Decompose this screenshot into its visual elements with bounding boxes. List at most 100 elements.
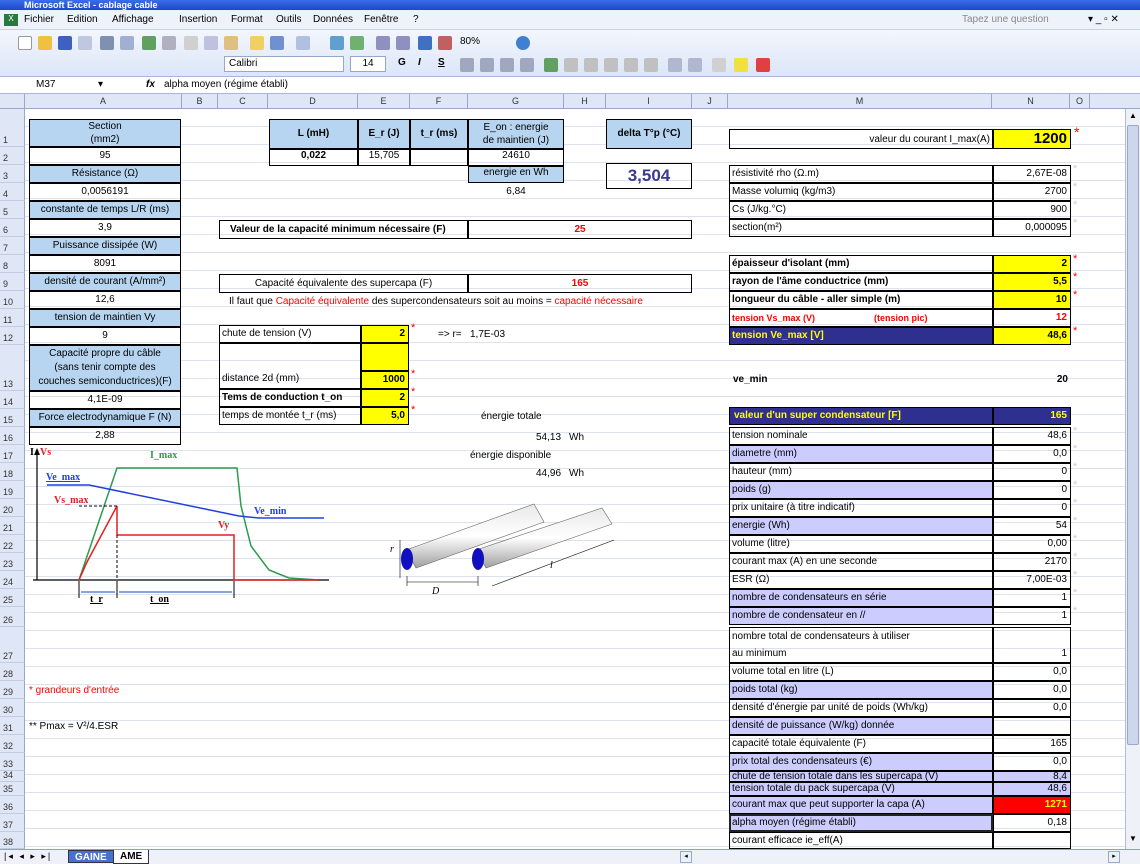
row-header-13[interactable]: 13 xyxy=(0,345,25,391)
label-epais[interactable]: épaisseur d'isolant (mm) xyxy=(729,255,993,273)
font-name-select[interactable]: Calibri xyxy=(224,56,344,72)
label-conduction-time[interactable]: Tems de conduction t_on xyxy=(219,389,361,407)
menu-edition[interactable]: Edition xyxy=(67,14,98,25)
col-header-O[interactable]: O xyxy=(1070,94,1090,109)
value-effective-current-empty[interactable] xyxy=(993,832,1071,849)
blank-yellow-cell[interactable] xyxy=(361,343,409,371)
label-supercap-0[interactable]: tension nominale xyxy=(729,427,993,445)
label-supercap-7[interactable]: courant max (A) en une seconde xyxy=(729,553,993,571)
value-supercap-5[interactable]: 54 xyxy=(993,517,1071,535)
row-header-18[interactable]: 18 xyxy=(0,463,25,481)
spelling-icon[interactable] xyxy=(142,36,156,50)
col-header-A[interactable]: A xyxy=(25,94,182,109)
row-header-20[interactable]: 20 xyxy=(0,499,25,517)
increase-indent-icon[interactable] xyxy=(688,58,702,72)
scroll-up-icon[interactable]: ▲ xyxy=(1128,111,1138,121)
menu-help[interactable]: ? xyxy=(413,14,419,25)
label-sect[interactable]: section(m²) xyxy=(729,219,993,237)
col-header-B[interactable]: B xyxy=(182,94,218,109)
value-vemax[interactable]: 48,6 xyxy=(993,327,1071,345)
scroll-down-icon[interactable]: ▼ xyxy=(1128,834,1138,844)
value-total-voltage-drop[interactable]: 8,4 xyxy=(993,771,1071,782)
input-voltage-drop[interactable]: 2 xyxy=(361,325,409,343)
value-supercap[interactable]: 165 xyxy=(993,407,1071,425)
label-supercap-2[interactable]: hauteur (mm) xyxy=(729,463,993,481)
sort-desc-icon[interactable] xyxy=(396,36,410,50)
row-header-12[interactable]: 12 xyxy=(0,327,25,345)
col-header-I[interactable]: I xyxy=(606,94,692,109)
menu-format[interactable]: Format xyxy=(231,14,263,25)
row-header-29[interactable]: 29 xyxy=(0,681,25,699)
value-rho[interactable]: 2,67E-08 xyxy=(993,165,1071,183)
fill-color-icon[interactable] xyxy=(734,58,748,72)
align-left-icon[interactable] xyxy=(460,58,474,72)
fx-icon[interactable]: fx xyxy=(146,79,155,90)
label-power[interactable]: Puissance dissipée (W) xyxy=(29,237,181,255)
menu-fenetre[interactable]: Fenêtre xyxy=(364,14,398,25)
label-voltage-drop[interactable]: chute de tension (V) xyxy=(219,325,361,343)
value-supercap-6[interactable]: 0,00 xyxy=(993,535,1071,553)
menu-fichier[interactable]: Fichier xyxy=(24,14,54,25)
value-supercap-1[interactable]: 0,0 xyxy=(993,445,1071,463)
row-header-5[interactable]: 5 xyxy=(0,201,25,219)
row-header-31[interactable]: 31 xyxy=(0,717,25,735)
label-pack-0[interactable]: volume total en litre (L) xyxy=(729,663,993,681)
label-supercap-6[interactable]: volume (litre) xyxy=(729,535,993,553)
menu-donnees[interactable]: Données xyxy=(313,14,353,25)
tab-ame[interactable]: AME xyxy=(113,850,150,864)
decrease-decimal-icon[interactable] xyxy=(644,58,658,72)
label-supercap-5[interactable]: energie (Wh) xyxy=(729,517,993,535)
col-header-G[interactable]: G xyxy=(468,94,564,109)
row-header-17[interactable]: 17 xyxy=(0,445,25,463)
label-total-capacitors[interactable]: nombre total de condensateurs à utiliser… xyxy=(729,627,993,663)
row-header-27[interactable]: 27 xyxy=(0,627,25,663)
italic-button[interactable]: I xyxy=(418,57,421,68)
label-energy-wh[interactable]: energie en Wh xyxy=(468,166,564,183)
value-pack-5[interactable]: 0,0 xyxy=(993,753,1071,771)
value-supercap-0[interactable]: 48,6 xyxy=(993,427,1071,445)
row-header-14[interactable]: 14 xyxy=(0,391,25,409)
sort-asc-icon[interactable] xyxy=(376,36,390,50)
label-pack-2[interactable]: densité d'énergie par unité de poids (Wh… xyxy=(729,699,993,717)
label-current-density[interactable]: densité de courant (A/mm²) xyxy=(29,273,181,291)
label-vemax[interactable]: tension Ve_max [V] xyxy=(729,327,993,345)
row-header-7[interactable]: 7 xyxy=(0,237,25,255)
row-header-1[interactable]: 1 xyxy=(0,109,25,147)
value-cs[interactable]: 900 xyxy=(993,201,1071,219)
label-pack-voltage[interactable]: tension totale du pack supercapa (V) xyxy=(729,782,993,796)
label-cable-capacitance[interactable]: Capacité propre du câble (sans tenir com… xyxy=(29,345,181,391)
excel-doc-icon[interactable]: X xyxy=(4,14,18,26)
value-long[interactable]: 10 xyxy=(993,291,1071,309)
label-max-current-capa[interactable]: courant max que peut supporter la capa (… xyxy=(729,796,993,814)
col-header-E[interactable]: E xyxy=(358,94,410,109)
select-all[interactable] xyxy=(0,94,25,109)
hyperlink-icon[interactable] xyxy=(330,36,344,50)
help-search-input[interactable]: Tapez une question xyxy=(962,14,1049,25)
col-header-C[interactable]: C xyxy=(218,94,268,109)
row-header-16[interactable]: 16 xyxy=(0,427,25,445)
font-color-icon[interactable] xyxy=(756,58,770,72)
col-header-H[interactable]: H xyxy=(564,94,606,109)
col-header-F[interactable]: F xyxy=(410,94,468,109)
value-delta-t[interactable]: 3,504 xyxy=(606,163,692,189)
value-masse[interactable]: 2700 xyxy=(993,183,1071,201)
label-pack-1[interactable]: poids total (kg) xyxy=(729,681,993,699)
label-delta-t[interactable]: delta T°p (°C) xyxy=(606,119,692,149)
borders-icon[interactable] xyxy=(712,58,726,72)
increase-decimal-icon[interactable] xyxy=(624,58,638,72)
label-rho[interactable]: résistivité rho (Ω.m) xyxy=(729,165,993,183)
vertical-scrollbar[interactable]: ▲ ▼ xyxy=(1125,109,1140,849)
undo-icon[interactable] xyxy=(270,36,284,50)
label-long[interactable]: longueur du câble - aller simple (m) xyxy=(729,291,993,309)
label-pack-5[interactable]: prix total des condensateurs (€) xyxy=(729,753,993,771)
col-header-N[interactable]: N xyxy=(992,94,1070,109)
open-icon[interactable] xyxy=(38,36,52,50)
drawing-icon[interactable] xyxy=(438,36,452,50)
label-alpha-selected[interactable]: alpha moyen (régime établi) xyxy=(729,814,993,832)
save-icon[interactable] xyxy=(58,36,72,50)
input-rise-time[interactable]: 5,0 xyxy=(361,407,409,425)
value-pack-2[interactable]: 0,0 xyxy=(993,699,1071,717)
tab-gaine[interactable]: GAINE xyxy=(68,850,114,863)
label-rayon[interactable]: rayon de l'âme conductrice (mm) xyxy=(729,273,993,291)
window-controls[interactable]: ▾ _ ▫ ✕ xyxy=(1088,14,1119,25)
